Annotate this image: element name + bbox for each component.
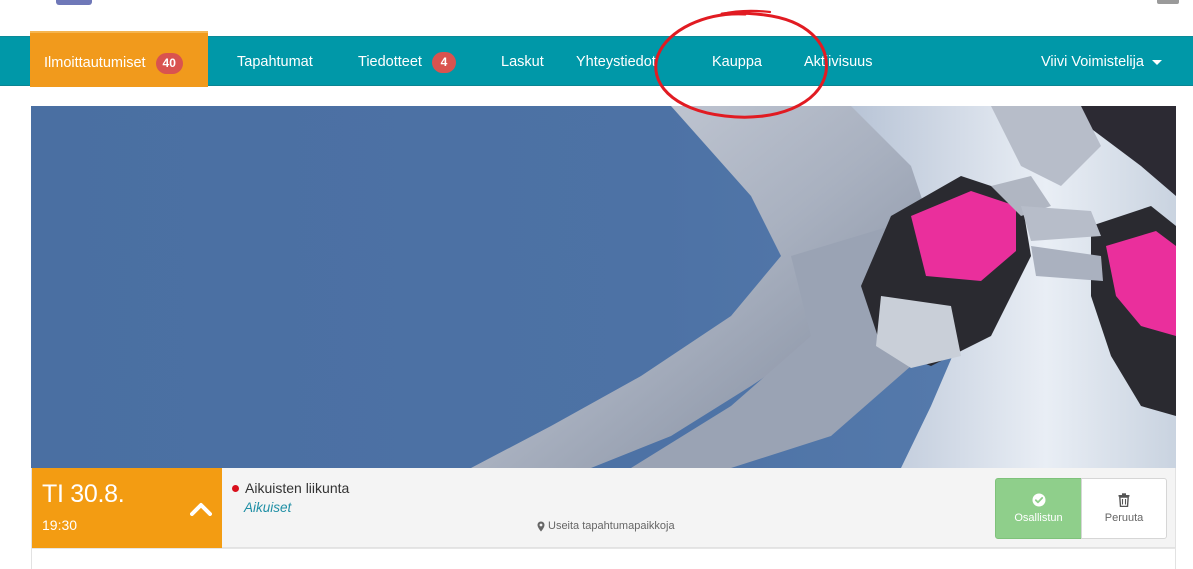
event-location: Useita tapahtumapaikkoja xyxy=(537,520,675,532)
nav-item-label: Kauppa xyxy=(712,54,762,70)
event-info: Aikuisten liikunta Aikuiset xyxy=(232,480,349,515)
user-menu[interactable]: Viivi Voimistelija xyxy=(1041,37,1162,87)
nav-item-kauppa[interactable]: Kauppa xyxy=(712,37,762,87)
event-location-text: Useita tapahtumapaikkoja xyxy=(548,520,675,532)
cancel-button[interactable]: Peruuta xyxy=(1081,478,1167,539)
user-name: Viivi Voimistelija xyxy=(1041,54,1144,70)
notification-badge: 4 xyxy=(431,51,456,73)
event-title-row: Aikuisten liikunta xyxy=(232,480,349,496)
nav-item-tapahtumat[interactable]: Tapahtumat xyxy=(237,37,313,87)
hero-fitness-image xyxy=(31,106,1176,468)
nav-item-label: Tapahtumat xyxy=(237,54,313,70)
main-navbar: Ilmoittautumiset 40 Tapahtumat Tiedottee… xyxy=(0,31,1193,87)
trash-icon xyxy=(1118,493,1130,507)
nav-item-label: Tiedotteet xyxy=(358,54,422,70)
logo-fragment xyxy=(56,0,92,5)
caret-down-icon xyxy=(1151,59,1162,65)
attend-button[interactable]: Osallistun xyxy=(995,478,1082,539)
check-circle-icon xyxy=(1032,493,1045,507)
nav-item-label: Yhteystiedot xyxy=(576,54,656,70)
chevron-up-icon[interactable] xyxy=(190,502,212,516)
nav-item-label: Laskut xyxy=(501,54,544,70)
status-dot-icon xyxy=(232,484,239,492)
cancel-button-label: Peruuta xyxy=(1104,512,1144,524)
nav-item-label: Aktiivisuus xyxy=(804,54,873,70)
attend-button-label: Osallistun xyxy=(1014,512,1063,524)
header-corner-fragment xyxy=(1157,0,1179,4)
event-title: Aikuisten liikunta xyxy=(245,480,350,496)
nav-item-laskut[interactable]: Laskut xyxy=(501,37,544,87)
nav-item-label: Ilmoittautumiset xyxy=(44,55,146,71)
hero-banner xyxy=(31,106,1176,468)
notification-badge: 40 xyxy=(155,52,183,74)
nav-item-yhteystiedot[interactable]: Yhteystiedot xyxy=(576,37,656,87)
event-date: TI 30.8. xyxy=(42,480,125,508)
event-date-box: TI 30.8. 19:30 xyxy=(32,468,222,548)
event-group-link[interactable]: Aikuiset xyxy=(244,500,349,515)
event-time: 19:30 xyxy=(42,517,78,533)
nav-item-aktiivisuus[interactable]: Aktiivisuus xyxy=(804,37,873,87)
map-marker-icon xyxy=(537,521,545,531)
event-row[interactable]: TI 30.8. 19:30 Aikuisten liikunta Aikuis… xyxy=(31,468,1176,548)
nav-item-tiedotteet[interactable]: Tiedotteet 4 xyxy=(358,37,456,87)
next-event-row xyxy=(31,548,1176,569)
nav-item-ilmoittautumiset[interactable]: Ilmoittautumiset 40 xyxy=(30,31,208,87)
